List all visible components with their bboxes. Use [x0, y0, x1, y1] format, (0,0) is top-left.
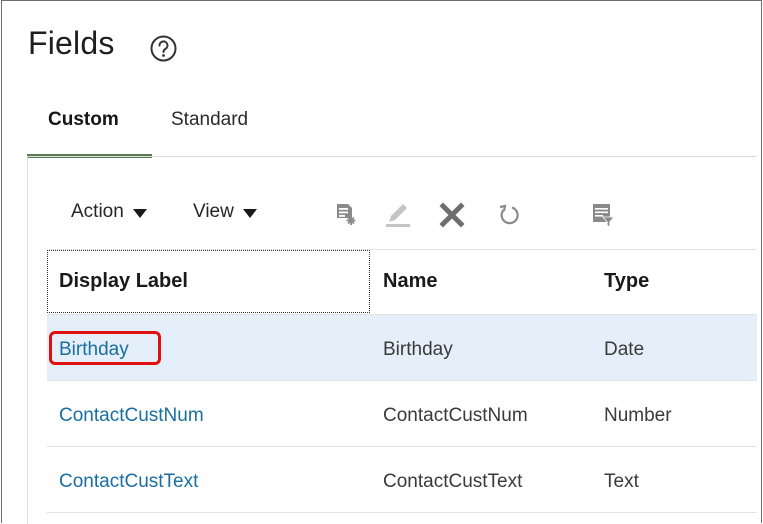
refresh-icon[interactable] — [494, 201, 522, 229]
edit-icon[interactable] — [384, 201, 412, 229]
caret-down-icon — [132, 208, 147, 218]
help-icon[interactable] — [149, 34, 178, 63]
caret-down-icon — [242, 208, 257, 218]
fields-table: Display Label Name Type Birthday Birthda… — [47, 249, 757, 513]
fields-page: Fields Custom Standard Action View Displ… — [1, 0, 762, 524]
type-cell: Date — [604, 339, 645, 360]
column-header-type[interactable]: Type — [604, 270, 649, 293]
name-cell: ContactCustNum — [383, 405, 528, 426]
name-cell: ContactCustText — [383, 471, 523, 492]
type-cell: Text — [604, 471, 639, 492]
action-menu-label: Action — [71, 201, 124, 222]
name-cell: Birthday — [383, 339, 453, 360]
tab-standard[interactable]: Standard — [171, 109, 248, 131]
add-row-icon[interactable] — [332, 201, 360, 229]
table-header: Display Label Name Type — [47, 249, 757, 315]
table-row[interactable]: ContactCustText ContactCustText Text — [47, 447, 757, 513]
table-row[interactable]: Birthday Birthday Date — [47, 315, 757, 381]
tab-custom[interactable]: Custom — [48, 109, 119, 131]
view-menu-label: View — [193, 201, 234, 222]
display-label-link[interactable]: ContactCustNum — [59, 405, 204, 427]
column-header-display-label[interactable]: Display Label — [59, 270, 188, 293]
page-title: Fields — [28, 25, 115, 61]
fields-table-panel: Action View Display Label Name Type Birt… — [27, 156, 757, 524]
tab-bar: Custom Standard — [27, 97, 757, 159]
table-row[interactable]: ContactCustNum ContactCustNum Number — [47, 381, 757, 447]
column-header-name[interactable]: Name — [383, 270, 437, 293]
view-menu[interactable]: View — [193, 201, 257, 223]
display-label-link[interactable]: ContactCustText — [59, 471, 198, 493]
export-icon[interactable] — [589, 201, 617, 229]
type-cell: Number — [604, 405, 672, 426]
delete-icon[interactable] — [438, 201, 466, 229]
table-toolbar: Action View — [28, 157, 757, 249]
display-label-link[interactable]: Birthday — [59, 339, 129, 361]
action-menu[interactable]: Action — [71, 201, 147, 223]
